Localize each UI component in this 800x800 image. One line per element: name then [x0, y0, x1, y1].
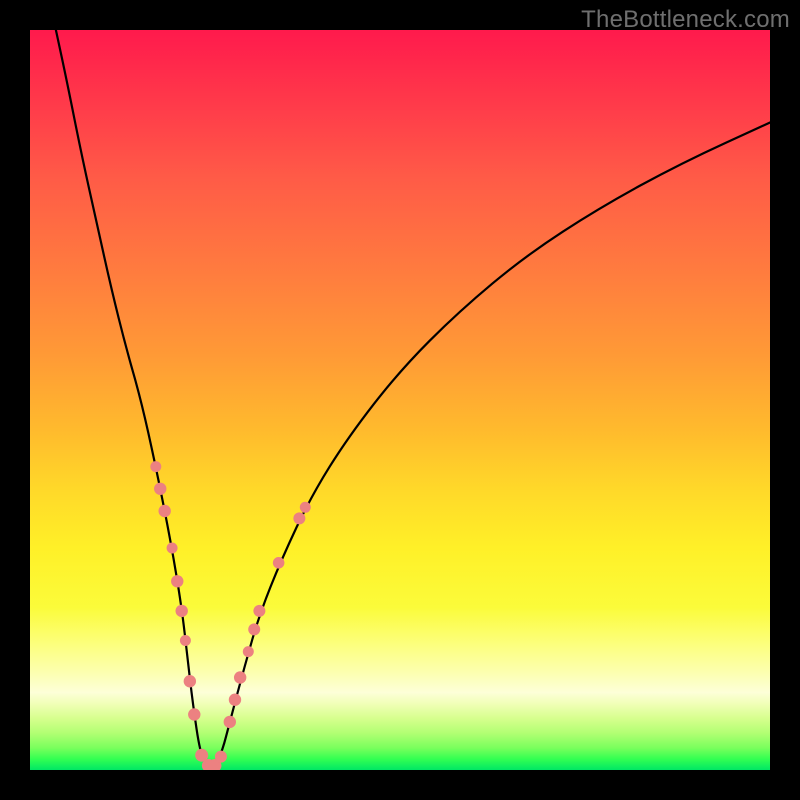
watermark-label: TheBottleneck.com	[581, 6, 790, 34]
plot-area	[30, 30, 770, 770]
chart-frame: TheBottleneck.com	[0, 0, 800, 800]
